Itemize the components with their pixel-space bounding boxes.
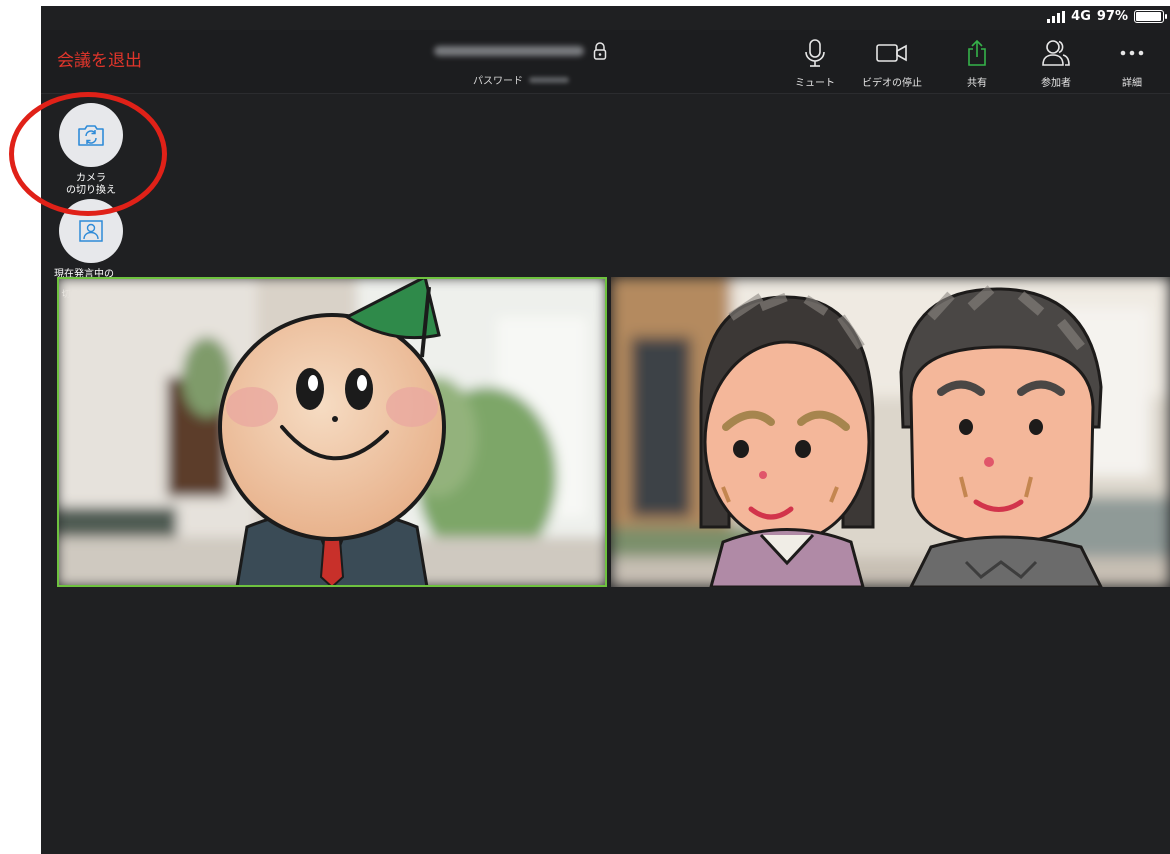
- stop-video-button[interactable]: ビデオの停止: [852, 38, 932, 89]
- password-label: パスワード: [473, 76, 523, 87]
- switch-camera-button[interactable]: カメラ の切り換え: [45, 103, 137, 197]
- status-bar: 4G 97%: [41, 6, 1170, 30]
- switch-camera-label-1: カメラ: [76, 173, 106, 184]
- video-tile-active-speaker[interactable]: [57, 277, 607, 587]
- stop-video-label: ビデオの停止: [862, 78, 922, 89]
- more-dots-icon: [1120, 50, 1144, 56]
- video-camera-icon: [876, 44, 907, 62]
- password-redacted: [529, 76, 569, 83]
- speaker-view-icon: [79, 220, 103, 242]
- network-label: 4G: [1071, 9, 1091, 24]
- battery-percent: 97%: [1096, 9, 1128, 24]
- share-label: 共有: [967, 78, 987, 89]
- participants-icon: [1042, 40, 1070, 66]
- leave-meeting-button[interactable]: 会議を退出: [57, 46, 142, 71]
- switch-camera-label-2: の切り換え: [66, 185, 116, 196]
- more-label: 詳細: [1122, 78, 1142, 89]
- signal-icon: [1047, 10, 1066, 23]
- share-button[interactable]: 共有: [937, 38, 1017, 89]
- couple-video-feed: [611, 277, 1170, 587]
- meeting-toolbar: 会議を退出 パスワード ミュート ビデオの停止 共有 参加者 詳細: [41, 30, 1170, 94]
- zoom-meeting-screen: 4G 97% 会議を退出 パスワード ミュート ビデオの停止 共有 参加者 詳細…: [41, 6, 1170, 854]
- share-upload-icon: [968, 39, 986, 66]
- microphone-icon: [805, 39, 825, 67]
- meeting-info[interactable]: パスワード: [421, 40, 621, 87]
- character-video-feed: [57, 277, 607, 587]
- mute-button[interactable]: ミュート: [775, 38, 855, 89]
- lock-icon: [593, 42, 607, 60]
- video-tile-participant[interactable]: [611, 277, 1170, 587]
- more-button[interactable]: 詳細: [1092, 38, 1170, 89]
- mute-label: ミュート: [795, 78, 835, 89]
- switch-camera-icon: [78, 125, 104, 146]
- battery-icon: [1134, 10, 1167, 23]
- participants-button[interactable]: 参加者: [1016, 38, 1096, 89]
- participants-label: 参加者: [1041, 78, 1071, 89]
- status-indicators: 4G 97%: [1047, 9, 1167, 24]
- meeting-id-redacted: [434, 46, 584, 56]
